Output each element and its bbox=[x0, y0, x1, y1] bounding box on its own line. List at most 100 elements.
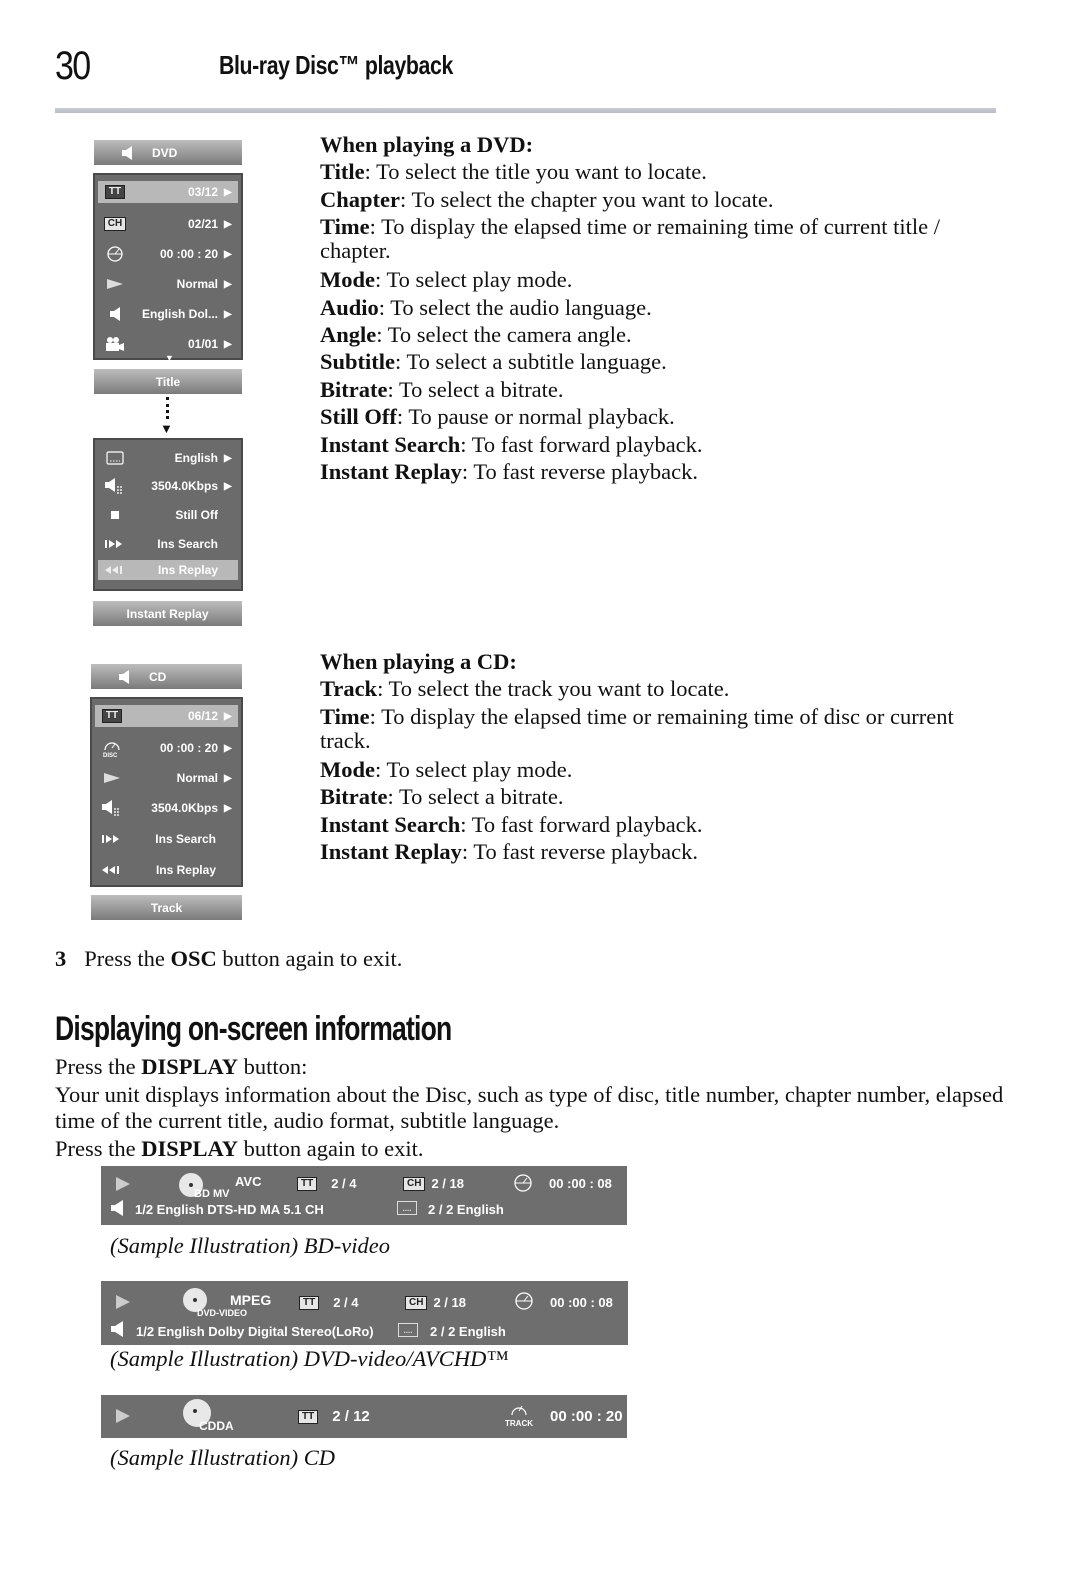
osd-row-search[interactable]: Ins Search bbox=[95, 823, 238, 855]
title-tt-icon: TT bbox=[299, 1295, 320, 1310]
chapter-ch-icon: CH bbox=[403, 1176, 426, 1191]
dvd-osd-header: DVD bbox=[94, 140, 242, 165]
cd-osd-header-label: CD bbox=[149, 669, 167, 684]
disc-type-label: BD MV bbox=[194, 1188, 230, 1200]
osd-row-value: 03/12 bbox=[187, 185, 218, 199]
osd-row-bitrate[interactable]: 3504.0Kbps ▶ bbox=[95, 793, 238, 823]
play-icon bbox=[115, 1294, 131, 1310]
disc-time-icon: DISC bbox=[100, 738, 124, 758]
subtitle-value: 2 / 2 English bbox=[430, 1324, 506, 1339]
time-value: 00 :00 : 08 bbox=[550, 1295, 613, 1310]
desc-item: Audio: To select the audio language. bbox=[320, 294, 652, 320]
osd-row-search[interactable]: Ins Search bbox=[98, 530, 238, 558]
codec-label: AVC bbox=[235, 1174, 262, 1189]
still-stop-icon bbox=[103, 510, 127, 520]
instant-replay-icon bbox=[100, 865, 124, 875]
cd-osd-panel: TT 06/12 ▶ DISC 00 :00 : 20 ▶ Normal ▶ 3… bbox=[90, 697, 243, 887]
osd-row-time[interactable]: 00 :00 : 20 ▶ bbox=[98, 239, 238, 269]
title-tt-icon: TT bbox=[101, 709, 123, 723]
title-tt-icon: TT bbox=[298, 1409, 319, 1424]
osd-row-value: Ins Replay bbox=[157, 563, 218, 577]
continuation-dots bbox=[166, 397, 169, 419]
cd-info-bar: CDDA TT 2 / 12 TRACK 00 :00 : 20 bbox=[101, 1395, 627, 1438]
step-3: 3 Press the OSC button again to exit. bbox=[55, 946, 403, 971]
dvd-osd-footer-label: Instant Replay bbox=[126, 606, 209, 621]
camera-angle-icon bbox=[103, 336, 127, 352]
osd-row-value: 02/21 bbox=[187, 217, 218, 231]
play-icon bbox=[115, 1176, 131, 1192]
desc-item: Bitrate: To select a bitrate. bbox=[320, 376, 564, 402]
osd-row-replay[interactable]: Ins Replay bbox=[98, 560, 238, 580]
right-arrow-icon: ▶ bbox=[224, 772, 232, 784]
cd-description: When playing a CD: Track: To select the … bbox=[320, 648, 960, 865]
play-mode-icon bbox=[100, 772, 124, 784]
osd-row-value: Normal bbox=[176, 771, 218, 785]
time-clock-icon bbox=[513, 1173, 535, 1193]
right-arrow-icon: ▶ bbox=[224, 338, 232, 350]
osd-row-subtitle[interactable]: English ▶ bbox=[98, 444, 238, 472]
desc-item: Instant Replay: To fast reverse playback… bbox=[320, 459, 698, 485]
desc-item: Instant Search: To fast forward playback… bbox=[320, 431, 703, 457]
osd-row-value: 01/01 bbox=[187, 337, 218, 351]
chapter-value: 2 / 18 bbox=[431, 1176, 464, 1191]
chapter-value: 2 / 18 bbox=[433, 1295, 466, 1310]
audio-value: 1/2 English DTS-HD MA 5.1 CH bbox=[135, 1202, 324, 1217]
speaker-icon bbox=[122, 145, 132, 160]
bitrate-icon bbox=[100, 800, 124, 816]
osd-row-time[interactable]: DISC 00 :00 : 20 ▶ bbox=[95, 733, 238, 763]
title-value: 2 / 4 bbox=[333, 1295, 359, 1310]
play-icon bbox=[115, 1408, 131, 1424]
disc-type-label: CDDA bbox=[199, 1419, 234, 1433]
desc-item: Instant Search: To fast forward playback… bbox=[320, 811, 703, 837]
dvd-osd-panel-2: English ▶ 3504.0Kbps ▶ Still Off Ins Sea… bbox=[93, 438, 243, 591]
cd-osd-footer: Track bbox=[91, 895, 242, 920]
section-body: Press the DISPLAY button: Your unit disp… bbox=[55, 1054, 1015, 1162]
running-title: Blu-ray Disc™ playback bbox=[219, 50, 453, 80]
dvd-osd-title-label-text: Title bbox=[155, 374, 181, 389]
scroll-down-icon[interactable]: ▼ bbox=[165, 353, 174, 363]
osd-row-angle[interactable]: 01/01 ▶ ▼ bbox=[98, 329, 238, 363]
osd-row-value: Normal bbox=[176, 277, 218, 291]
desc-item: Angle: To select the camera angle. bbox=[320, 322, 632, 348]
osd-row-mode[interactable]: Normal ▶ bbox=[95, 763, 238, 793]
time-clock-icon bbox=[514, 1291, 536, 1311]
title-value: 2 / 12 bbox=[332, 1408, 370, 1425]
subtitle-icon: .... bbox=[397, 1201, 417, 1215]
osd-row-bitrate[interactable]: 3504.0Kbps ▶ bbox=[98, 472, 238, 500]
bd-info-bar: BD MV AVC TT 2 / 4 CH 2 / 18 00 :00 : 08 1… bbox=[101, 1166, 627, 1225]
right-arrow-icon: ▶ bbox=[224, 278, 232, 290]
subtitle-icon bbox=[103, 451, 127, 465]
osd-row-track[interactable]: TT 06/12 ▶ bbox=[95, 705, 238, 727]
osd-row-still[interactable]: Still Off bbox=[98, 500, 238, 530]
caption-dvd: (Sample Illustration) DVD-video/AVCHD™ bbox=[110, 1346, 509, 1371]
osd-row-value: Ins Search bbox=[155, 832, 216, 846]
osd-row-mode[interactable]: Normal ▶ bbox=[98, 269, 238, 299]
section-heading: Displaying on-screen information bbox=[55, 1010, 452, 1048]
osd-row-title[interactable]: TT 03/12 ▶ bbox=[98, 181, 238, 203]
desc-item: Subtitle: To select a subtitle language. bbox=[320, 349, 667, 375]
osd-row-audio[interactable]: English Dol... ▶ bbox=[98, 299, 238, 329]
time-value: 00 :00 : 20 bbox=[550, 1408, 623, 1425]
page-number: 30 bbox=[55, 44, 91, 88]
dvd-osd-title-label: Title bbox=[94, 369, 242, 394]
osd-row-replay[interactable]: Ins Replay bbox=[95, 855, 238, 885]
osd-row-value: English bbox=[174, 451, 218, 465]
cd-osd-header: CD bbox=[91, 664, 242, 689]
title-tt-icon: TT bbox=[104, 185, 126, 199]
right-arrow-icon: ▶ bbox=[224, 186, 232, 198]
audio-speaker-icon bbox=[103, 307, 127, 321]
osd-row-chapter[interactable]: CH 02/21 ▶ bbox=[98, 209, 238, 239]
title-tt-icon: TT bbox=[297, 1176, 318, 1191]
osd-row-value: 3504.0Kbps bbox=[151, 801, 218, 815]
right-arrow-icon: ▶ bbox=[224, 452, 232, 464]
cd-desc-heading: When playing a CD: bbox=[320, 649, 517, 674]
desc-item: Time: To display the elapsed time or rem… bbox=[320, 703, 954, 753]
audio-value: 1/2 English Dolby Digital Stereo(LoRo) bbox=[136, 1324, 374, 1339]
osd-row-value: 00 :00 : 20 bbox=[159, 247, 218, 261]
paragraph: Press the DISPLAY button: bbox=[55, 1054, 308, 1079]
dvd-osd-header-label: DVD bbox=[152, 145, 178, 160]
right-arrow-icon: ▶ bbox=[224, 710, 232, 722]
desc-item: Mode: To select play mode. bbox=[320, 756, 573, 782]
down-arrow-icon: ▼ bbox=[160, 421, 173, 436]
track-time-icon bbox=[509, 1401, 529, 1417]
